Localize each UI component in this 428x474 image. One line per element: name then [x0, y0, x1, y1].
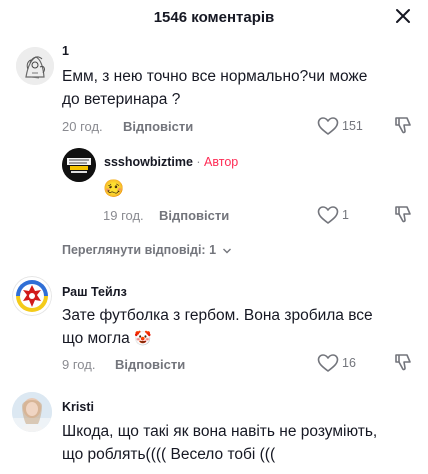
author-badge: Автор	[204, 155, 239, 169]
comment-author[interactable]: Kristi	[62, 400, 94, 414]
comments-count-title: 1546 коментарів	[153, 9, 275, 26]
avatar[interactable]	[12, 392, 52, 432]
comment-text-line: до ветеринара ?	[62, 91, 181, 108]
author-name[interactable]: ssshowbiztime	[104, 155, 193, 169]
comment-author[interactable]: Раш Тейлз	[62, 285, 127, 299]
comment-text-fragment: що могла	[62, 330, 130, 347]
comment-text: Шкода, що такі як вона навіть не розумію…	[62, 420, 422, 466]
avatar[interactable]	[12, 276, 52, 316]
dislike-button[interactable]	[393, 352, 413, 372]
comment-text: Зате футболка з гербом. Вона зробила все…	[62, 304, 412, 350]
comment-text-line: Шкода, що такі як вона навіть не розумію…	[62, 423, 378, 440]
comment-emoji: 🤡	[134, 330, 152, 346]
heart-icon	[317, 354, 339, 372]
comment-text-line: Зате футболка з гербом. Вона зробила все	[62, 307, 373, 324]
like-button[interactable]: 1	[316, 205, 349, 225]
like-count: 151	[342, 119, 363, 133]
comment-time: 19 год.	[103, 208, 144, 223]
comment-text-line: що роблять(((( Весело тобі (((	[62, 446, 276, 463]
comment-time: 9 год.	[62, 357, 96, 372]
heart-icon	[317, 206, 339, 224]
close-button[interactable]	[392, 5, 414, 27]
dislike-icon	[395, 206, 411, 223]
dislike-button[interactable]	[393, 204, 413, 224]
like-count: 1	[342, 208, 349, 222]
view-replies-link[interactable]: Переглянути відповіді: 1	[62, 243, 232, 257]
view-replies-label: Переглянути відповіді: 1	[62, 243, 217, 257]
dislike-button[interactable]	[393, 115, 413, 135]
comment-author[interactable]: 1	[62, 44, 69, 58]
reply-button[interactable]: Відповісти	[115, 357, 185, 372]
comment-time: 20 год.	[62, 119, 103, 134]
dislike-icon	[395, 117, 411, 134]
avatar[interactable]	[62, 148, 96, 182]
dislike-icon	[395, 354, 411, 371]
comment-emoji: 🥴	[103, 179, 125, 198]
comment-author[interactable]: ssshowbiztime · Автор	[104, 155, 238, 169]
author-separator: ·	[192, 155, 205, 169]
comment-text-line: Емм, з нею точно все нормально?чи може	[62, 68, 368, 85]
like-button[interactable]: 16	[316, 353, 356, 373]
heart-icon	[317, 117, 339, 135]
reply-button[interactable]: Відповісти	[159, 208, 229, 223]
chevron-down-icon	[222, 248, 231, 254]
like-button[interactable]: 151	[316, 116, 363, 136]
avatar[interactable]	[16, 47, 54, 85]
comment-text: Емм, з нею точно все нормально?чи може д…	[62, 65, 412, 111]
comments-header: 1546 коментарів	[0, 0, 428, 38]
reply-button[interactable]: Відповісти	[123, 119, 193, 134]
close-icon	[396, 9, 410, 23]
like-count: 16	[342, 356, 356, 370]
comment-text-line: що могла 🤡	[62, 327, 412, 350]
